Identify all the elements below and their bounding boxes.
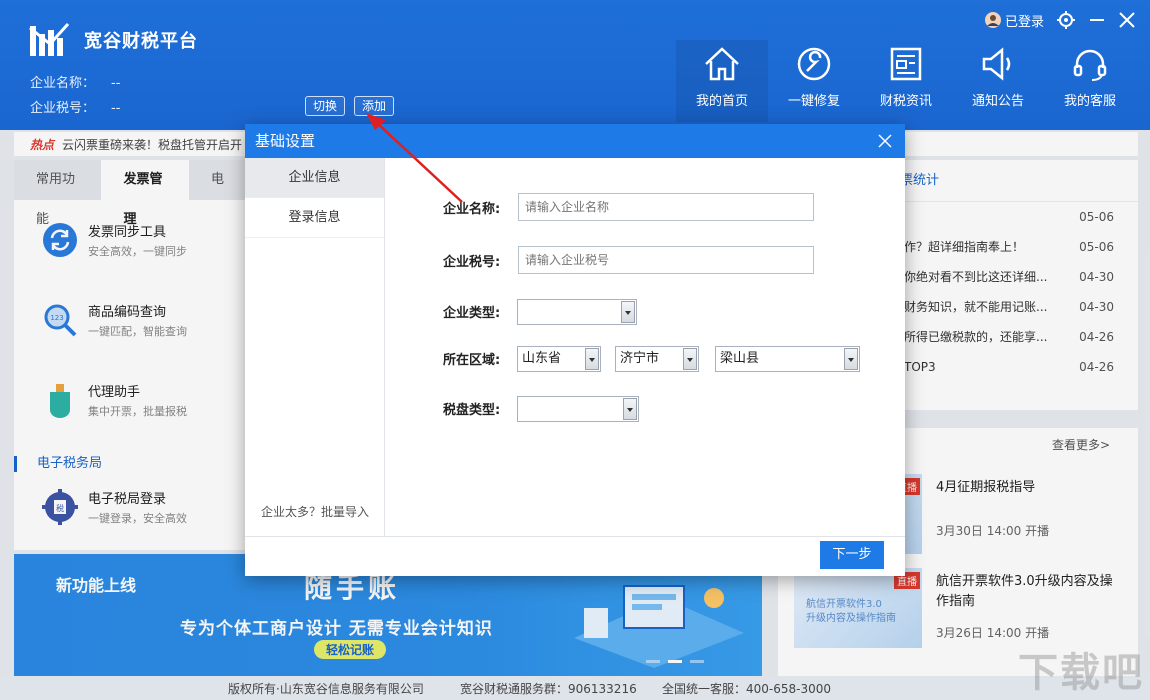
nav-notice-label: 通知公告: [971, 94, 1024, 109]
nav-home-label: 我的首页: [695, 94, 748, 109]
city-select[interactable]: 济宁市: [615, 346, 699, 372]
app-header: 宽谷财税平台 企业名称： -- 企业税号： -- 切换 添加 已登录 我的首页 一键…: [0, 0, 1150, 130]
company-name-field-row: 企业名称:: [385, 193, 905, 221]
speaker-icon: [982, 47, 1011, 81]
minimize-icon[interactable]: [1088, 11, 1106, 29]
county-select[interactable]: 梁山县: [715, 346, 860, 372]
nav-news-label: 财税资讯: [879, 94, 932, 109]
tax-id-row: 企业税号： --: [30, 97, 120, 116]
footer-copyright: 版权所有·山东宽谷信息服务有限公司: [228, 682, 424, 696]
footer-hotline: 全国统一客服：400-658-3000: [662, 682, 832, 696]
tax-id-value: --: [111, 101, 121, 116]
dialog-footer: 下一步: [245, 536, 905, 576]
tax-id-label: 企业税号:: [443, 255, 501, 270]
company-name-value: --: [111, 76, 121, 91]
company-name-input[interactable]: [518, 193, 814, 221]
chevron-down-icon[interactable]: [844, 348, 858, 370]
sidebar-item-company-info[interactable]: 企业信息: [245, 158, 384, 198]
home-icon: [705, 47, 739, 81]
company-type-label: 企业类型:: [443, 306, 501, 321]
province-value: 山东省: [522, 351, 562, 366]
dialog-title: 基础设置: [255, 132, 316, 150]
chevron-down-icon[interactable]: [683, 348, 697, 370]
next-step-button[interactable]: 下一步: [820, 541, 884, 569]
sidebar-item-login-info[interactable]: 登录信息: [245, 198, 384, 238]
news-icon: [890, 47, 922, 81]
switch-company-button[interactable]: 切换: [305, 96, 346, 116]
nav-repair[interactable]: 一键修复: [768, 40, 860, 122]
city-value: 济宁市: [620, 351, 660, 366]
tax-disk-field-row: 税盘类型:: [385, 394, 905, 422]
chevron-down-icon[interactable]: [585, 348, 599, 370]
login-status-label: 已登录: [1004, 14, 1044, 30]
company-info-form: 企业名称: 企业税号: 企业类型: 所在区域: 山东省 济宁市 梁山县 税盘类型…: [385, 158, 905, 536]
wrench-icon: [797, 47, 831, 81]
dialog-sidebar: 企业信息 登录信息 企业太多？批量导入: [245, 158, 385, 536]
close-icon[interactable]: [1118, 11, 1136, 29]
dialog-close-icon[interactable]: [877, 133, 893, 149]
footer-group: 宽谷财税通服务群：906133216: [460, 682, 637, 696]
dialog-title-bar: 基础设置: [245, 124, 905, 158]
batch-import-link[interactable]: 企业太多？批量导入: [245, 503, 385, 520]
nav-service-label: 我的客服: [1063, 94, 1116, 109]
nav-news[interactable]: 财税资讯: [860, 40, 952, 122]
window-controls: 已登录: [984, 10, 1136, 30]
tax-disk-select[interactable]: [517, 396, 639, 422]
company-type-select[interactable]: [517, 299, 637, 325]
app-title: 宽谷财税平台: [84, 31, 198, 52]
tax-id-field-row: 企业税号:: [385, 246, 905, 274]
app-logo: 宽谷财税平台: [28, 20, 198, 60]
region-field-row: 所在区域: 山东省 济宁市 梁山县: [385, 344, 905, 372]
region-label: 所在区域:: [443, 353, 501, 368]
company-type-field-row: 企业类型:: [385, 297, 905, 325]
tax-id-input[interactable]: [518, 246, 814, 274]
company-name-label: 企业名称：: [30, 76, 96, 91]
company-name-row: 企业名称： --: [30, 72, 120, 91]
headset-icon: [1073, 49, 1107, 81]
status-footer: 版权所有·山东宽谷信息服务有限公司 宽谷财税通服务群：906133216 全国统…: [0, 678, 1150, 700]
tax-disk-label: 税盘类型:: [443, 403, 501, 418]
nav-service[interactable]: 我的客服: [1044, 40, 1136, 122]
logo-icon: [28, 20, 72, 60]
user-avatar-icon: [984, 12, 1001, 28]
gear-icon[interactable]: [1056, 10, 1076, 30]
nav-home[interactable]: 我的首页: [676, 40, 768, 122]
main-nav: 我的首页 一键修复 财税资讯 通知公告 我的客服: [676, 40, 1136, 122]
nav-repair-label: 一键修复: [787, 94, 840, 109]
add-company-button[interactable]: 添加: [354, 96, 395, 116]
county-value: 梁山县: [720, 351, 760, 366]
basic-settings-dialog: 基础设置 企业信息 登录信息 企业太多？批量导入 企业名称: 企业税号: 企业类…: [245, 124, 905, 576]
chevron-down-icon[interactable]: [623, 398, 637, 420]
login-status[interactable]: 已登录: [984, 11, 1044, 30]
company-name-label: 企业名称:: [443, 202, 501, 217]
tax-id-label: 企业税号：: [30, 101, 96, 116]
province-select[interactable]: 山东省: [517, 346, 601, 372]
nav-notice[interactable]: 通知公告: [952, 40, 1044, 122]
chevron-down-icon[interactable]: [621, 301, 635, 323]
